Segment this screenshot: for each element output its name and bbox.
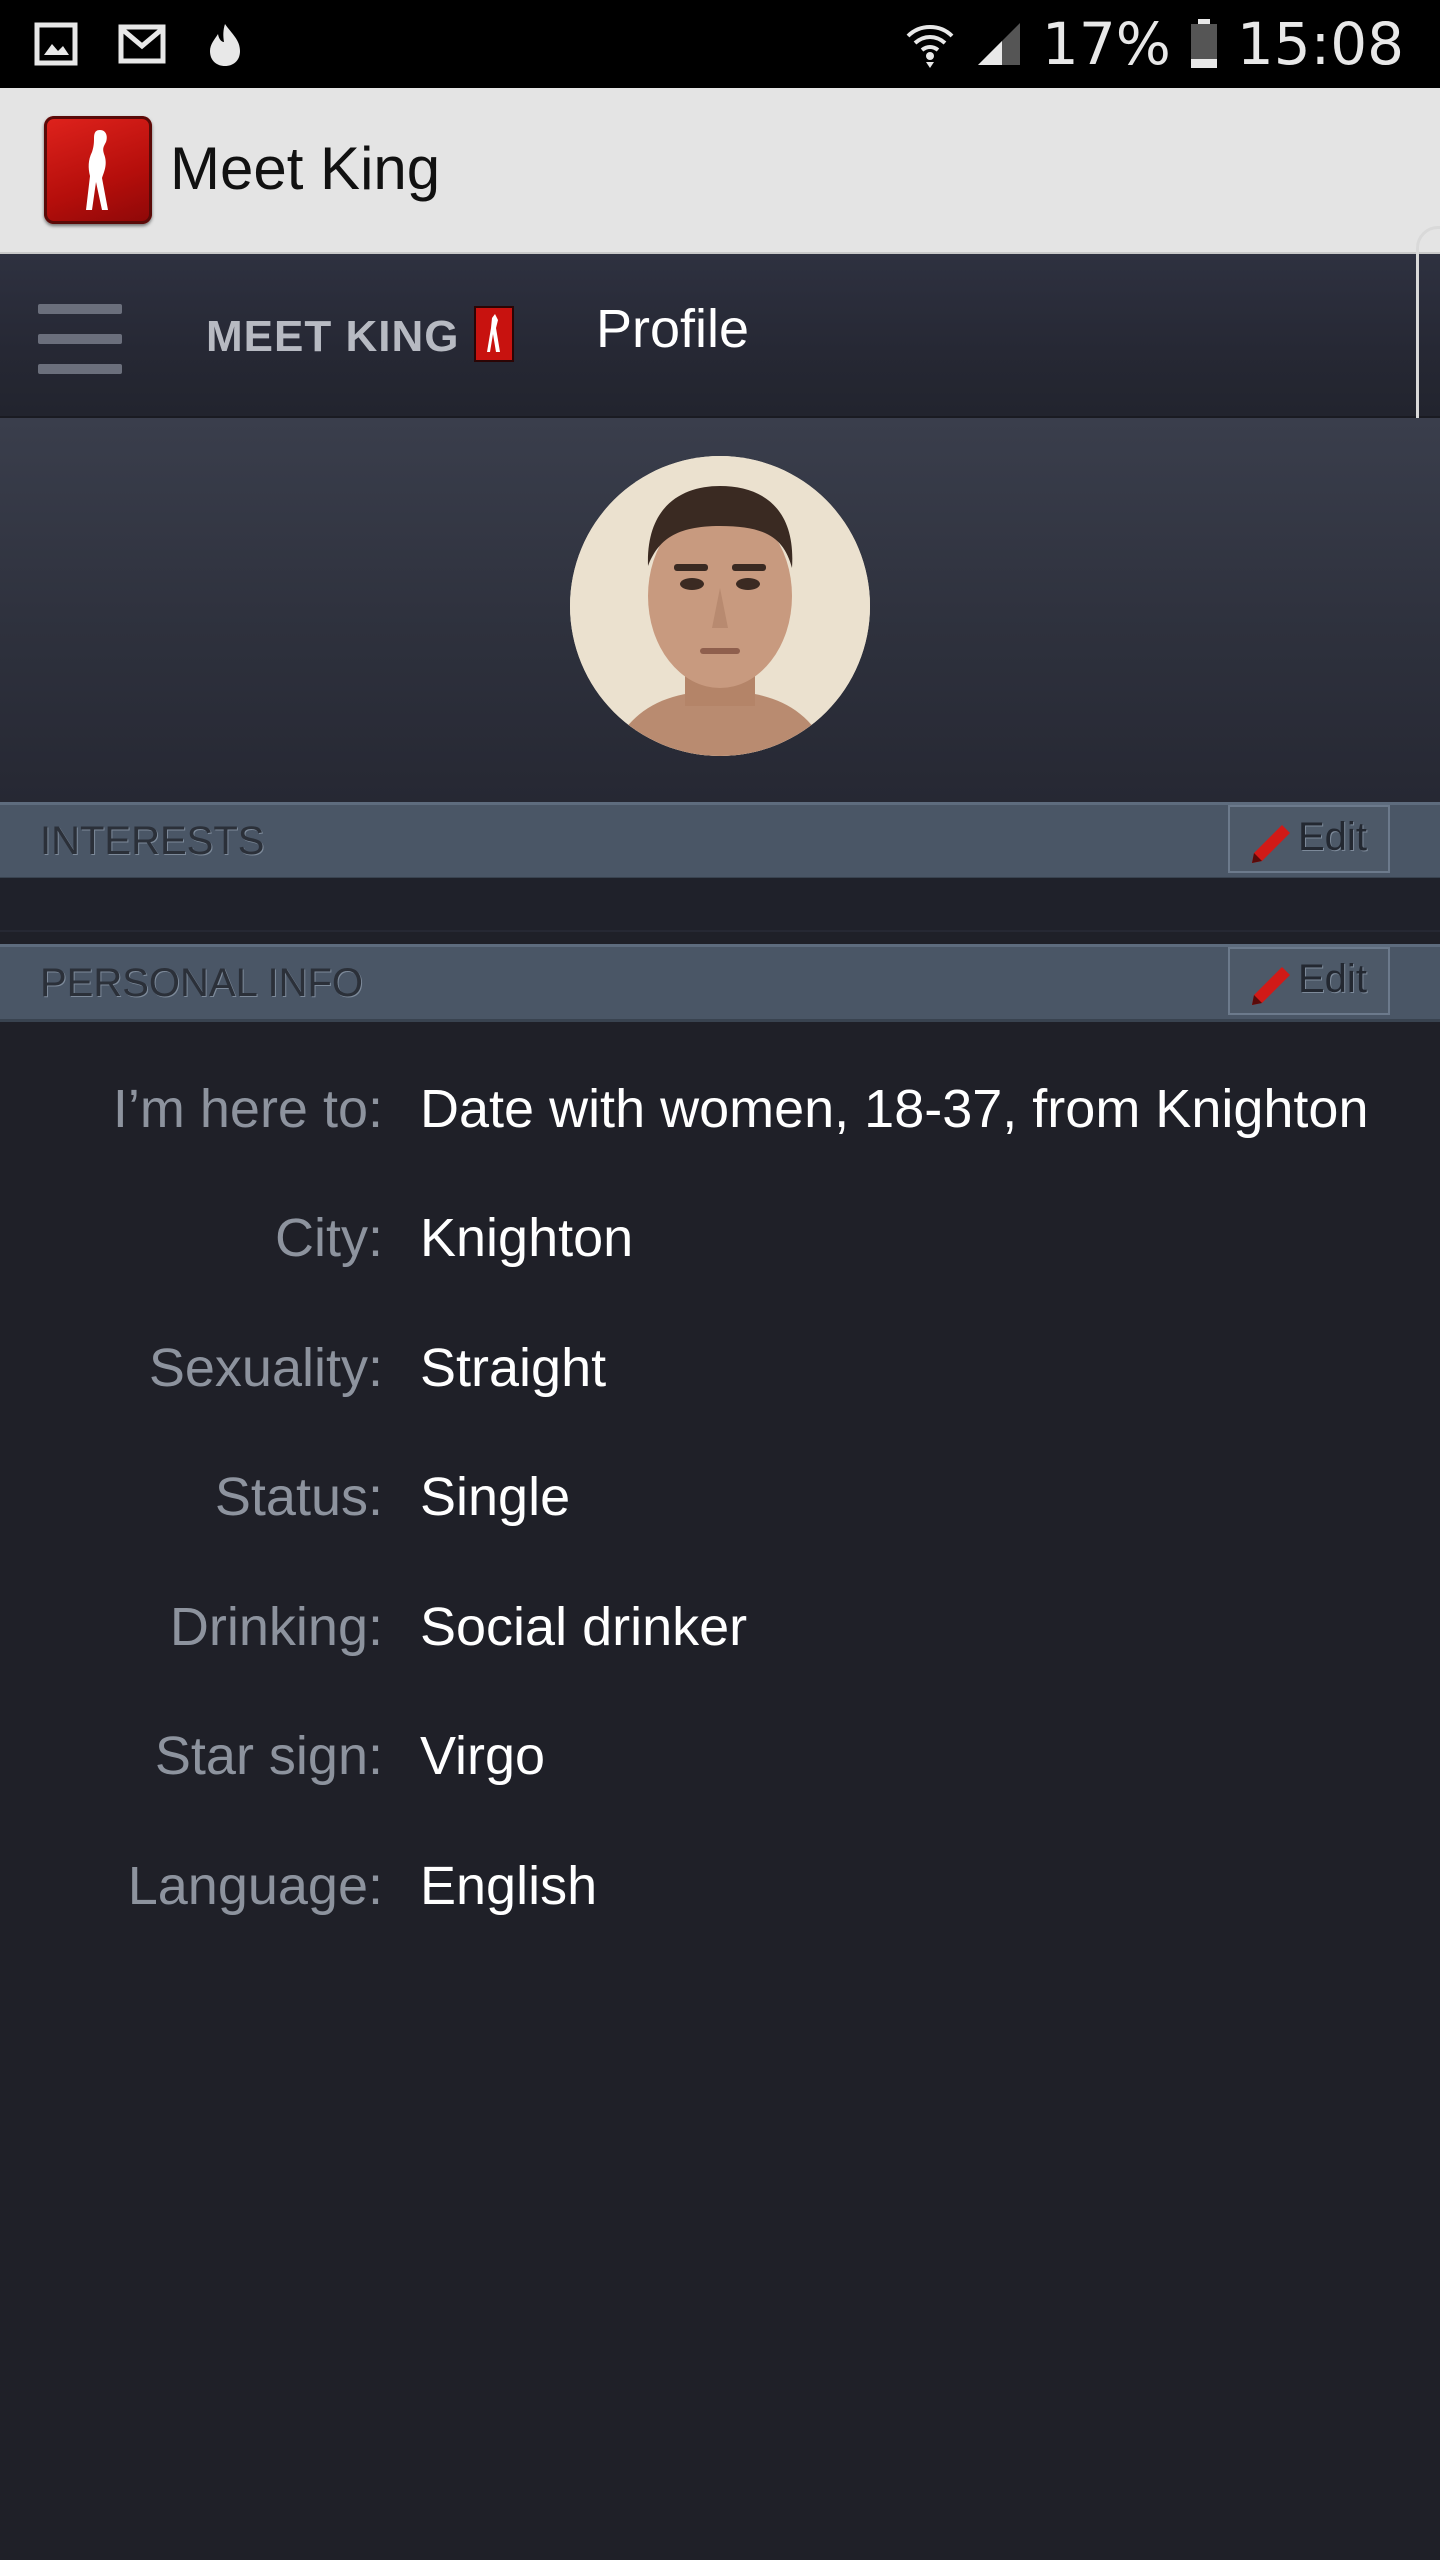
interests-edit-label: Edit [1298,815,1367,859]
info-row-status: Status: Single [0,1466,1440,1546]
info-value: Knighton [420,1208,634,1268]
info-label: Sexuality: [148,1338,383,1398]
info-value: Social drinker [420,1597,748,1657]
gmail-icon [118,24,166,64]
info-value: English [420,1856,598,1916]
info-value: Single [420,1467,571,1527]
info-value: Virgo [420,1726,546,1786]
menu-icon[interactable] [38,304,122,374]
info-label: Star sign: [154,1726,383,1786]
clock: 15:08 [1236,10,1404,78]
interests-title: INTERESTS [40,819,265,863]
info-label: Status: [214,1467,383,1527]
info-row-drinking: Drinking: Social drinker [0,1596,1440,1676]
info-label: City: [275,1208,383,1268]
info-label: I’m here to: [112,1079,383,1139]
brand-logo-icon [474,306,514,362]
signal-icon [977,23,1020,65]
status-bar: 17% 15:08 [0,0,1440,88]
interests-edit-button[interactable]: Edit [1228,805,1390,873]
personal-info-title: PERSONAL INFO [40,961,364,1005]
info-value: Straight [420,1338,607,1398]
info-row-language: Language: English [0,1855,1440,1935]
battery-icon [1190,19,1217,68]
app-logo-icon [44,116,152,224]
info-label: Language: [127,1856,383,1916]
app-action-bar: Meet King [0,88,1440,254]
pencil-icon [1252,825,1290,863]
personal-info-section-header: PERSONAL INFO Edit [0,944,1440,1022]
personal-info-edit-button[interactable]: Edit [1228,947,1390,1015]
page-title: Profile [596,299,750,359]
info-row-city: City: Knighton [0,1207,1440,1287]
brand-logo-text[interactable]: MEET KING [206,312,459,362]
pencil-icon [1252,967,1290,1005]
info-row-star-sign: Star sign: Virgo [0,1725,1440,1805]
info-label: Drinking: [169,1597,383,1657]
info-row-sexuality: Sexuality: Straight [0,1337,1440,1417]
avatar[interactable] [570,456,870,756]
info-value: Date with women, 18-37, from Knighton [420,1079,1369,1139]
fire-icon [210,24,240,66]
app-title: Meet King [170,135,441,202]
info-row-here-to: I’m here to: Date with women, 18-37, fro… [0,1078,1440,1158]
personal-info-edit-label: Edit [1298,957,1367,1001]
interests-content [0,878,1440,932]
interests-section-header: INTERESTS Edit [0,802,1440,880]
wifi-icon [906,25,954,68]
screen: 17% 15:08 Meet King MEET KING Profile IN… [0,0,1440,2560]
gallery-icon [34,22,78,66]
battery-percent: 17% [1041,10,1171,78]
